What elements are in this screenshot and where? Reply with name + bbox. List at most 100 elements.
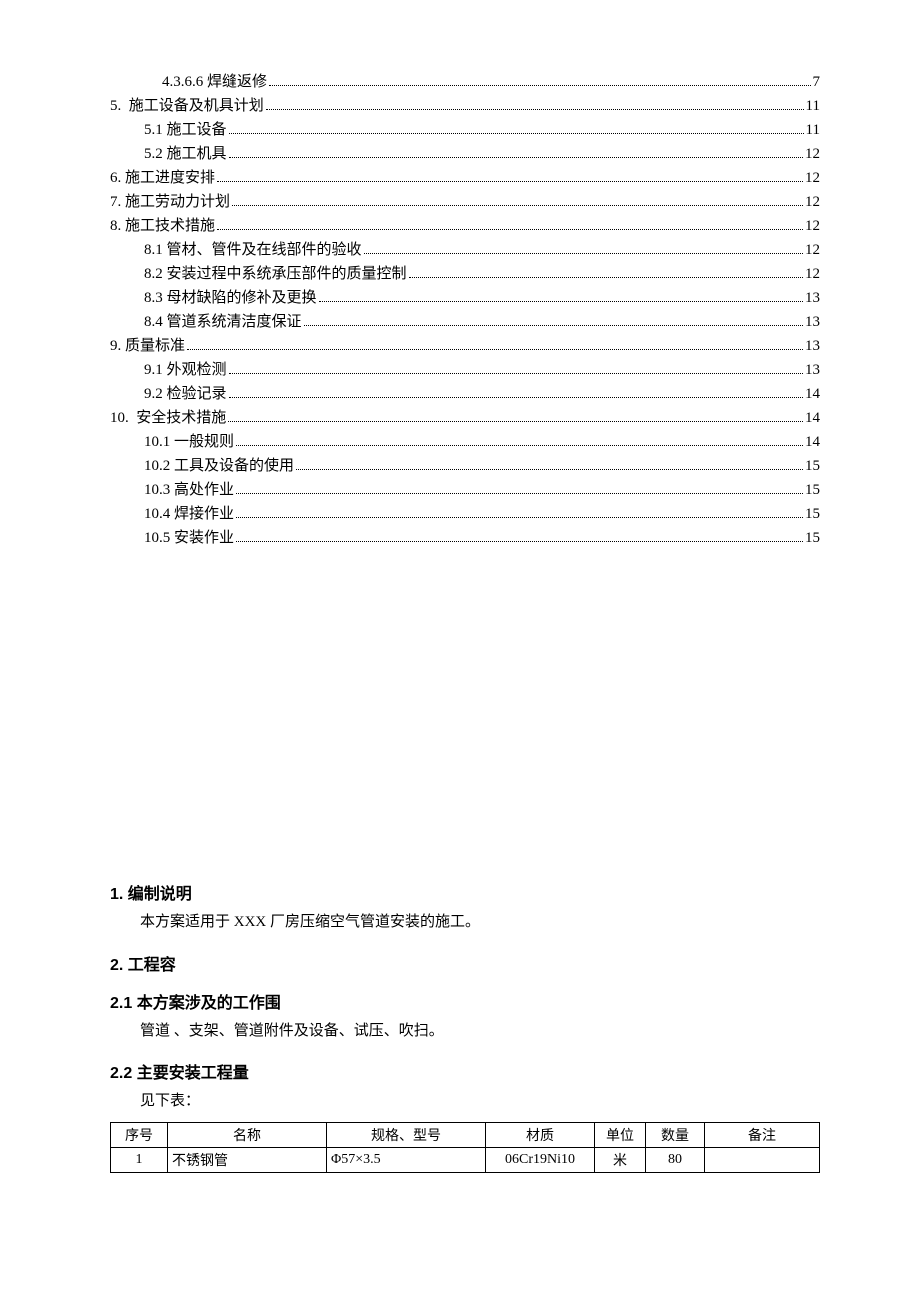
toc-entry[interactable]: 8.1 管材、管件及在线部件的验收 12: [110, 238, 820, 262]
cell-qty: 80: [646, 1147, 705, 1172]
toc-entry[interactable]: 5.2 施工机具 12: [110, 142, 820, 166]
cell-material: 06Cr19Ni10: [486, 1147, 595, 1172]
toc-label: 9.1 外观检测: [144, 358, 227, 382]
toc-label: 8.4 管道系统清洁度保证: [144, 310, 302, 334]
toc-page-number: 12: [805, 166, 820, 190]
col-seq: 序号: [111, 1122, 168, 1147]
table-row: 1不锈钢管Φ57×3.506Cr19Ni10米80: [111, 1147, 820, 1172]
toc-leader-dots: [228, 421, 803, 422]
toc-label: 8.2 安装过程中系统承压部件的质量控制: [144, 262, 407, 286]
toc-leader-dots: [229, 157, 803, 158]
toc-leader-dots: [319, 301, 803, 302]
toc-page-number: 11: [806, 94, 820, 118]
toc-leader-dots: [236, 541, 803, 542]
toc-page-number: 12: [805, 190, 820, 214]
toc-entry[interactable]: 10.2 工具及设备的使用 15: [110, 454, 820, 478]
toc-entry[interactable]: 10.1 一般规则 14: [110, 430, 820, 454]
section-2-1-body: 管道 、支架、管道附件及设备、试压、吹扫。: [110, 1017, 820, 1046]
toc-label: 5.1 施工设备: [144, 118, 227, 142]
toc-leader-dots: [236, 517, 803, 518]
table-header-row: 序号 名称 规格、型号 材质 单位 数量 备注: [111, 1122, 820, 1147]
toc-page-number: 14: [805, 430, 820, 454]
toc-page-number: 13: [805, 286, 820, 310]
toc-page-number: 7: [813, 70, 821, 94]
toc-page-number: 11: [806, 118, 820, 142]
toc-entry[interactable]: 10. 安全技术措施 14: [110, 406, 820, 430]
toc-label: 10.2 工具及设备的使用: [144, 454, 294, 478]
toc-entry[interactable]: 5.1 施工设备 11: [110, 118, 820, 142]
toc-entry[interactable]: 8.3 母材缺陷的修补及更换 13: [110, 286, 820, 310]
toc-label: 8.1 管材、管件及在线部件的验收: [144, 238, 362, 262]
toc-leader-dots: [236, 445, 803, 446]
toc-page-number: 15: [805, 478, 820, 502]
toc-entry[interactable]: 5. 施工设备及机具计划11: [110, 94, 820, 118]
cell-unit: 米: [595, 1147, 646, 1172]
col-material: 材质: [486, 1122, 595, 1147]
toc-leader-dots: [236, 493, 803, 494]
toc-page-number: 13: [805, 358, 820, 382]
toc-leader-dots: [217, 229, 803, 230]
toc-entry[interactable]: 8. 施工技术措施 12: [110, 214, 820, 238]
toc-page-number: 12: [805, 142, 820, 166]
col-qty: 数量: [646, 1122, 705, 1147]
toc-entry[interactable]: 9.2 检验记录14: [110, 382, 820, 406]
toc-entry[interactable]: 8.2 安装过程中系统承压部件的质量控制12: [110, 262, 820, 286]
toc-leader-dots: [229, 397, 803, 398]
toc-label: 10.5 安装作业: [144, 526, 234, 550]
toc-page-number: 12: [805, 238, 820, 262]
section-2-2-body: 见下表：: [110, 1087, 820, 1116]
toc-leader-dots: [229, 133, 804, 134]
toc-label: 8.3 母材缺陷的修补及更换: [144, 286, 317, 310]
toc-page-number: 13: [805, 334, 820, 358]
toc-entry[interactable]: 10.5 安装作业 15: [110, 526, 820, 550]
toc-entry[interactable]: 8.4 管道系统清洁度保证 13: [110, 310, 820, 334]
engineering-quantity-table: 序号 名称 规格、型号 材质 单位 数量 备注 1不锈钢管Φ57×3.506Cr…: [110, 1122, 820, 1173]
toc-label: 10.1 一般规则: [144, 430, 234, 454]
toc-leader-dots: [266, 109, 804, 110]
toc-leader-dots: [409, 277, 803, 278]
toc-label: 7. 施工劳动力计划: [110, 190, 230, 214]
cell-seq: 1: [111, 1147, 168, 1172]
toc-page-number: 13: [805, 310, 820, 334]
col-unit: 单位: [595, 1122, 646, 1147]
toc-entry[interactable]: 10.3 高处作业 15: [110, 478, 820, 502]
toc-entry[interactable]: 7. 施工劳动力计划 12: [110, 190, 820, 214]
document-page: 4.3.6.6 焊缝返修75. 施工设备及机具计划115.1 施工设备115.2…: [0, 0, 920, 1233]
toc-entry[interactable]: 9.1 外观检测 13: [110, 358, 820, 382]
toc-label: 8. 施工技术措施: [110, 214, 215, 238]
toc-page-number: 15: [805, 502, 820, 526]
toc-label: 6. 施工进度安排: [110, 166, 215, 190]
toc-label: 9. 质量标准: [110, 334, 185, 358]
toc-leader-dots: [187, 349, 803, 350]
table-of-contents: 4.3.6.6 焊缝返修75. 施工设备及机具计划115.1 施工设备115.2…: [110, 70, 820, 550]
col-note: 备注: [705, 1122, 820, 1147]
toc-label: 10. 安全技术措施: [110, 406, 226, 430]
col-spec: 规格、型号: [327, 1122, 486, 1147]
toc-entry[interactable]: 9. 质量标准 13: [110, 334, 820, 358]
section-2-1-title: 2.1 本方案涉及的工作围: [110, 989, 820, 1013]
cell-name: 不锈钢管: [168, 1147, 327, 1172]
toc-label: 10.4 焊接作业: [144, 502, 234, 526]
toc-entry[interactable]: 10.4 焊接作业 15: [110, 502, 820, 526]
toc-leader-dots: [304, 325, 803, 326]
toc-leader-dots: [364, 253, 803, 254]
section-2-title: 2. 工程容: [110, 951, 820, 975]
section-1-body: 本方案适用于 XXX 厂房压缩空气管道安装的施工。: [110, 908, 820, 937]
toc-leader-dots: [296, 469, 803, 470]
section-2-2-title: 2.2 主要安装工程量: [110, 1059, 820, 1083]
toc-page-number: 14: [805, 406, 820, 430]
toc-page-number: 14: [805, 382, 820, 406]
cell-note: [705, 1147, 820, 1172]
toc-entry[interactable]: 6. 施工进度安排 12: [110, 166, 820, 190]
toc-label: 10.3 高处作业: [144, 478, 234, 502]
toc-entry[interactable]: 4.3.6.6 焊缝返修7: [110, 70, 820, 94]
toc-page-number: 15: [805, 454, 820, 478]
toc-page-number: 12: [805, 214, 820, 238]
toc-page-number: 15: [805, 526, 820, 550]
toc-leader-dots: [232, 205, 803, 206]
toc-leader-dots: [217, 181, 803, 182]
section-1-title: 1. 编制说明: [110, 880, 820, 904]
toc-label: 5.2 施工机具: [144, 142, 227, 166]
cell-spec: Φ57×3.5: [327, 1147, 486, 1172]
toc-leader-dots: [269, 85, 810, 86]
